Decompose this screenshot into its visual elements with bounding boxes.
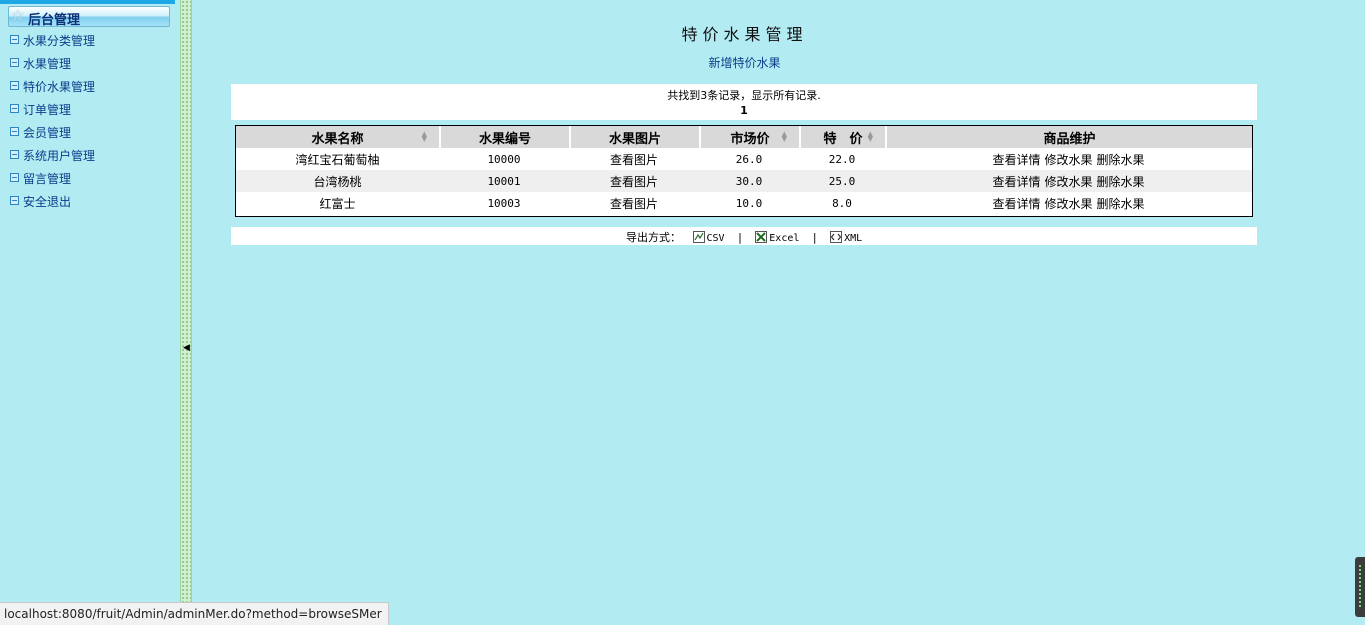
cell-name: 红富士 [319, 196, 356, 211]
sidebar-item-fruit-category[interactable]: 水果分类管理 [10, 32, 95, 50]
sidebar-item-label: 特价水果管理 [23, 80, 96, 94]
sidebar-item-label: 水果分类管理 [23, 34, 96, 48]
grip-lines-icon [1359, 565, 1361, 609]
view-details-link[interactable]: 查看详情 [992, 175, 1040, 189]
cell-special-price: 8.0 [832, 196, 852, 210]
sidebar-item-system-users[interactable]: 系统用户管理 [10, 147, 95, 165]
side-grip-handle[interactable] [1355, 557, 1365, 617]
column-header-market-price[interactable]: 市场价 ▲ ▼ [699, 126, 799, 148]
cell-actions: 查看详情 修改水果 删除水果 [885, 148, 1252, 170]
special-fruit-table: 水果名称 ▲ ▼ 水果编号 水果图片 市场价 ▲ ▼ 特 价 ▲ ▼ 商品维护 湾红宝石葡萄… [236, 126, 1252, 214]
column-header-maintenance: 商品维护 [885, 126, 1252, 148]
edit-fruit-link[interactable]: 修改水果 [1044, 153, 1092, 167]
sidebar-item-messages[interactable]: 留言管理 [10, 170, 71, 188]
result-summary: 共找到3条记录，显示所有记录. 1 [231, 84, 1257, 120]
csv-file-icon[interactable] [692, 231, 705, 243]
cell-market-price: 26.0 [735, 152, 763, 166]
edit-fruit-link[interactable]: 修改水果 [1044, 175, 1092, 189]
sidebar-item-label: 系统用户管理 [23, 149, 96, 163]
edit-fruit-link[interactable]: 修改水果 [1044, 197, 1092, 211]
cell-name: 台湾杨桃 [236, 170, 439, 192]
xml-file-icon[interactable] [830, 231, 843, 243]
square-bullet-icon [10, 81, 19, 90]
view-image-link[interactable]: 查看图片 [569, 170, 699, 192]
page-title: 特价水果管理 [681, 25, 808, 44]
sort-icon[interactable]: ▲ ▼ [422, 131, 427, 143]
sidebar-item-members[interactable]: 会员管理 [10, 124, 71, 142]
sort-icon[interactable]: ▲ ▼ [868, 131, 873, 143]
export-excel-link[interactable]: Excel [769, 233, 799, 244]
square-bullet-icon [10, 127, 19, 136]
cell-code: 10000 [487, 152, 521, 166]
table-row: 湾红宝石葡萄柚 10000 查看图片 26.0 22.0 查看详情 修改水果 删除水… [236, 148, 1252, 170]
delete-fruit-link[interactable]: 删除水果 [1097, 175, 1145, 189]
view-image-link[interactable]: 查看图片 [569, 148, 699, 170]
cell-name: 湾红宝石葡萄柚 [295, 152, 380, 167]
table-row: 红富士 10003 查看图片 10.0 8.0 查看详情 修改水果 删除水果 [236, 192, 1252, 214]
export-xml-link[interactable]: XML [844, 233, 862, 244]
data-table-container: 水果名称 ▲ ▼ 水果编号 水果图片 市场价 ▲ ▼ 特 价 ▲ ▼ 商品维护 湾红宝石葡萄… [235, 125, 1253, 217]
sort-icon[interactable]: ▲ ▼ [782, 131, 787, 143]
cell-actions: 查看详情 修改水果 删除水果 [885, 170, 1252, 192]
excel-file-icon[interactable] [755, 231, 768, 243]
export-label: 导出方式： [626, 231, 681, 244]
export-separator: | [738, 231, 742, 244]
sidebar-item-logout[interactable]: 安全退出 [10, 193, 71, 211]
cell-market-price: 10.0 [735, 196, 763, 210]
column-header-name[interactable]: 水果名称 ▲ ▼ [236, 126, 439, 148]
delete-fruit-link[interactable]: 删除水果 [1097, 197, 1145, 211]
menu-header-title: 后台管理 [28, 13, 81, 28]
view-details-link[interactable]: 查看详情 [992, 197, 1040, 211]
table-row: 台湾杨桃 10001 查看图片 30.0 25.0 查看详情 修改水果 删除水果 [236, 170, 1252, 192]
sidebar-item-orders[interactable]: 订单管理 [10, 101, 71, 119]
cell-market-price: 30.0 [699, 170, 799, 192]
column-header-image: 水果图片 [569, 126, 699, 148]
column-header-code: 水果编号 [439, 126, 569, 148]
export-separator: | [812, 231, 817, 244]
star-icon: ☆ [11, 6, 25, 24]
sidebar-item-label: 水果管理 [23, 57, 72, 71]
square-bullet-icon [10, 173, 19, 182]
column-header-special-price[interactable]: 特 价 ▲ ▼ [799, 126, 885, 148]
view-details-link[interactable]: 查看详情 [992, 153, 1040, 167]
sidebar-item-special-fruit[interactable]: 特价水果管理 [10, 78, 95, 96]
export-bar: 导出方式： CSV | Excel | XML [231, 227, 1257, 245]
cell-actions: 查看详情 修改水果 删除水果 [885, 192, 1252, 214]
menu-header[interactable]: ☆ 后台管理 [8, 6, 170, 28]
view-image-link[interactable]: 查看图片 [569, 192, 699, 214]
delete-fruit-link[interactable]: 删除水果 [1097, 153, 1145, 167]
record-count-text: 共找到3条记录，显示所有记录. [667, 89, 821, 102]
collapse-arrow-icon[interactable]: ◀ [183, 343, 190, 353]
square-bullet-icon [10, 104, 19, 113]
add-special-fruit-link[interactable]: 新增特价水果 [232, 54, 1257, 71]
square-bullet-icon [10, 196, 19, 205]
browser-status-bar: localhost:8080/fruit/Admin/adminMer.do?m… [0, 602, 389, 625]
sidebar: ☆ 后台管理 水果分类管理 水果管理 特价水果管理 订单管理 会员管理 系统用户… [0, 0, 180, 624]
sidebar-item-label: 留言管理 [23, 172, 72, 186]
cell-special-price: 22.0 [828, 152, 856, 166]
frame-splitter[interactable]: ◀ [180, 0, 192, 624]
page-number[interactable]: 1 [231, 104, 1257, 117]
square-bullet-icon [10, 35, 19, 44]
export-csv-link[interactable]: CSV [707, 233, 725, 244]
square-bullet-icon [10, 58, 19, 67]
sidebar-item-label: 会员管理 [23, 126, 72, 140]
sidebar-item-label: 安全退出 [23, 195, 72, 209]
square-bullet-icon [10, 150, 19, 159]
cell-special-price: 25.0 [799, 170, 885, 192]
table-header-row: 水果名称 ▲ ▼ 水果编号 水果图片 市场价 ▲ ▼ 特 价 ▲ ▼ 商品维护 [236, 126, 1252, 148]
sidebar-item-fruit[interactable]: 水果管理 [10, 55, 71, 73]
sidebar-item-label: 订单管理 [23, 103, 72, 117]
sidebar-top-accent [0, 0, 175, 4]
cell-code: 10001 [439, 170, 569, 192]
cell-code: 10003 [487, 196, 521, 210]
